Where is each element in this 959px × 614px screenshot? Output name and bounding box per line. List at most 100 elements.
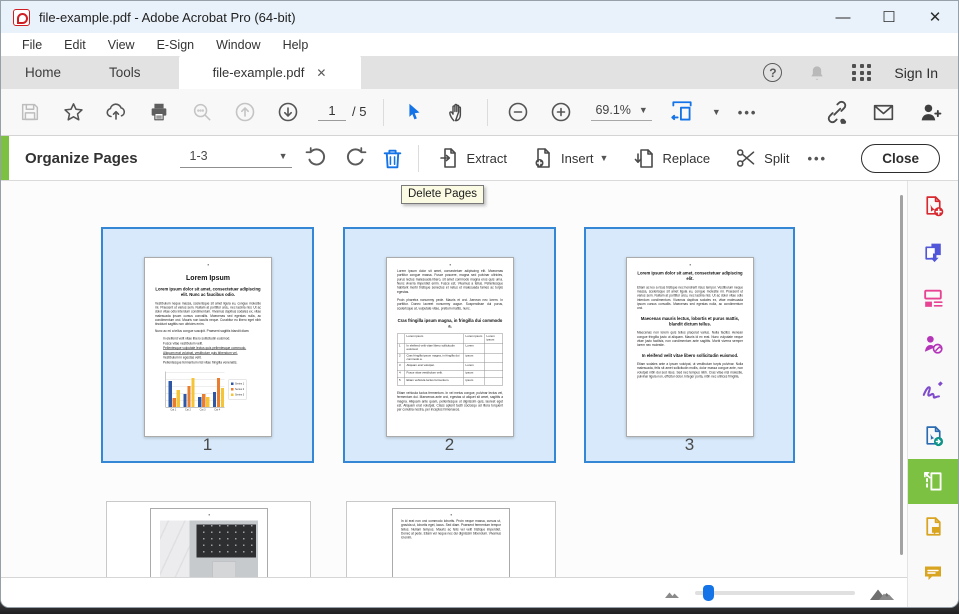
delete-pages-icon[interactable] [380,145,406,171]
menu-edit[interactable]: Edit [53,38,97,52]
menu-bar: File Edit View E-Sign Window Help [1,33,958,56]
organize-pages-icon[interactable] [908,459,959,504]
share-link-icon[interactable] [824,99,850,125]
fit-width-icon[interactable] [669,99,695,125]
insert-label: Insert [561,151,594,166]
hand-tool-icon[interactable] [444,99,470,125]
page-text: Lorem ipsum dolor sit amet, consectetuer… [397,270,503,295]
zoom-out-icon[interactable] [505,99,531,125]
combine-files-icon[interactable] [908,229,959,275]
chevron-down-icon: ▼ [600,153,609,163]
small-thumbnails-icon[interactable] [663,586,681,600]
toolbar-right-group [824,99,942,125]
page-text: Cras fringilla ipsum magna, in fringilla… [397,318,503,329]
thumbnail-size-controls [663,584,895,602]
print-icon[interactable] [146,99,172,125]
toolbar-more-icon[interactable]: ••• [738,105,758,120]
tab-home[interactable]: Home [1,56,85,89]
replace-label: Replace [662,151,710,166]
share-with-people-icon[interactable] [916,99,942,125]
fill-and-sign-icon[interactable] [908,367,959,413]
apps-grid-icon[interactable] [852,64,872,81]
menu-esign[interactable]: E-Sign [146,38,206,52]
organize-toolbar: Organize Pages 1-3 ▼ Extract Insert [1,136,958,181]
tab-document-label: file-example.pdf [213,65,305,80]
tab-close-icon[interactable]: ✕ [316,66,326,80]
page-1-preview: Lorem Ipsum Lorem ipsum dolor sit amet, … [144,257,272,437]
create-pdf-icon[interactable] [908,183,959,229]
rotate-right-icon[interactable] [342,145,368,171]
close-window-button[interactable]: ✕ [912,1,958,33]
previous-page-icon[interactable] [232,99,258,125]
menu-file[interactable]: File [11,38,53,52]
cloud-upload-icon[interactable] [103,99,129,125]
thumbnail-grid: Delete Pages Lorem Ipsum Lorem ipsum dol… [1,181,958,607]
extract-label: Extract [467,151,507,166]
sign-in-button[interactable]: Sign In [894,65,938,81]
page-number-label: 1 [103,435,312,455]
close-organize-button[interactable]: Close [861,144,940,173]
thumbnail-size-slider[interactable] [695,591,855,595]
zoom-level-field[interactable]: 69.1% ▼ [591,103,651,121]
insert-button[interactable]: Insert ▼ [525,146,614,170]
extract-button[interactable]: Extract [431,146,513,170]
vertical-scrollbar[interactable] [900,195,903,555]
main-toolbar: 1 / 5 69.1% ▼ ▼ [1,89,958,136]
organize-more-icon[interactable]: ••• [807,151,827,166]
email-icon[interactable] [870,99,896,125]
replace-button[interactable]: Replace [626,146,716,170]
next-page-icon[interactable] [275,99,301,125]
page-text: Maecenas non lorem quis tellus placerat … [637,331,743,348]
page-number-label: 2 [345,435,554,455]
page-number-input[interactable]: 1 [318,103,346,121]
select-tool-icon[interactable] [401,99,427,125]
edit-pdf-icon[interactable] [908,275,959,321]
menu-window[interactable]: Window [205,38,271,52]
zoom-in-icon[interactable] [548,99,574,125]
send-for-comments-icon[interactable] [908,504,959,550]
page-3-preview: Lorem ipsum dolor sit amet, consectetuer… [626,257,754,437]
tab-tools[interactable]: Tools [85,56,165,89]
page-2-table: Lorem ipsumLorem ipsumLorem ipsum1In ele… [397,333,503,385]
minimize-button[interactable]: — [820,1,866,33]
page-range-value: 1-3 [190,149,208,163]
tab-document[interactable]: file-example.pdf ✕ [179,56,361,89]
export-pdf-icon[interactable] [908,413,959,459]
split-label: Split [764,151,789,166]
star-icon[interactable] [60,99,86,125]
search-icon[interactable] [189,99,215,125]
page-text: Vestibulum neque massa, scelerisque sit … [155,302,261,327]
tabbar-right: ? Sign In [763,56,958,89]
maximize-button[interactable]: ☐ [866,1,912,33]
page-text: Maecenas mauris lectus, lobortis et puru… [637,316,743,327]
notifications-bell-icon[interactable] [804,60,830,86]
menu-view[interactable]: View [97,38,146,52]
help-icon[interactable]: ? [763,63,782,82]
chevron-down-icon: ▼ [639,105,648,115]
page-thumbnail-2[interactable]: Lorem ipsum dolor sit amet, consectetuer… [343,227,556,463]
page-text: Proin pharetra nonummy pede. Mauris et o… [397,298,503,310]
page-thumbnail-3[interactable]: Lorem ipsum dolor sit amet, consectetuer… [584,227,795,463]
delete-pages-tooltip: Delete Pages [401,185,484,204]
slider-handle[interactable] [703,585,714,601]
page-thumbnail-1[interactable]: Lorem Ipsum Lorem ipsum dolor sit amet, … [101,227,314,463]
chevron-down-icon[interactable]: ▼ [712,107,721,117]
tab-bar: Home Tools file-example.pdf ✕ ? Sign In [1,56,958,89]
page-text: Nunc ac mi a tellus congue suscipit. Pra… [155,329,261,333]
request-e-signatures-icon[interactable] [908,321,959,367]
menu-help[interactable]: Help [272,38,320,52]
page-text: In eleifend velit vitae libero sollicitu… [637,353,743,359]
split-button[interactable]: Split [728,146,795,170]
page-text: Lorem ipsum dolor sit amet, consectetuer… [637,271,743,282]
page-range-field[interactable]: 1-3 ▼ [180,149,292,168]
comments-icon[interactable] [908,550,959,596]
page-number-label: 3 [586,435,793,455]
page-text: Etiam vehicula luctus fermentum. In vel … [397,392,503,413]
titlebar: file-example.pdf - Adobe Acrobat Pro (64… [1,1,958,33]
window-controls: — ☐ ✕ [820,1,958,33]
page-list: In eleifend velit vitae libero sollicitu… [163,336,261,365]
large-thumbnails-icon[interactable] [869,584,895,602]
save-icon[interactable] [17,99,43,125]
more-tools-chevron-icon[interactable]: ⌄ [908,596,959,607]
rotate-left-icon[interactable] [304,145,330,171]
